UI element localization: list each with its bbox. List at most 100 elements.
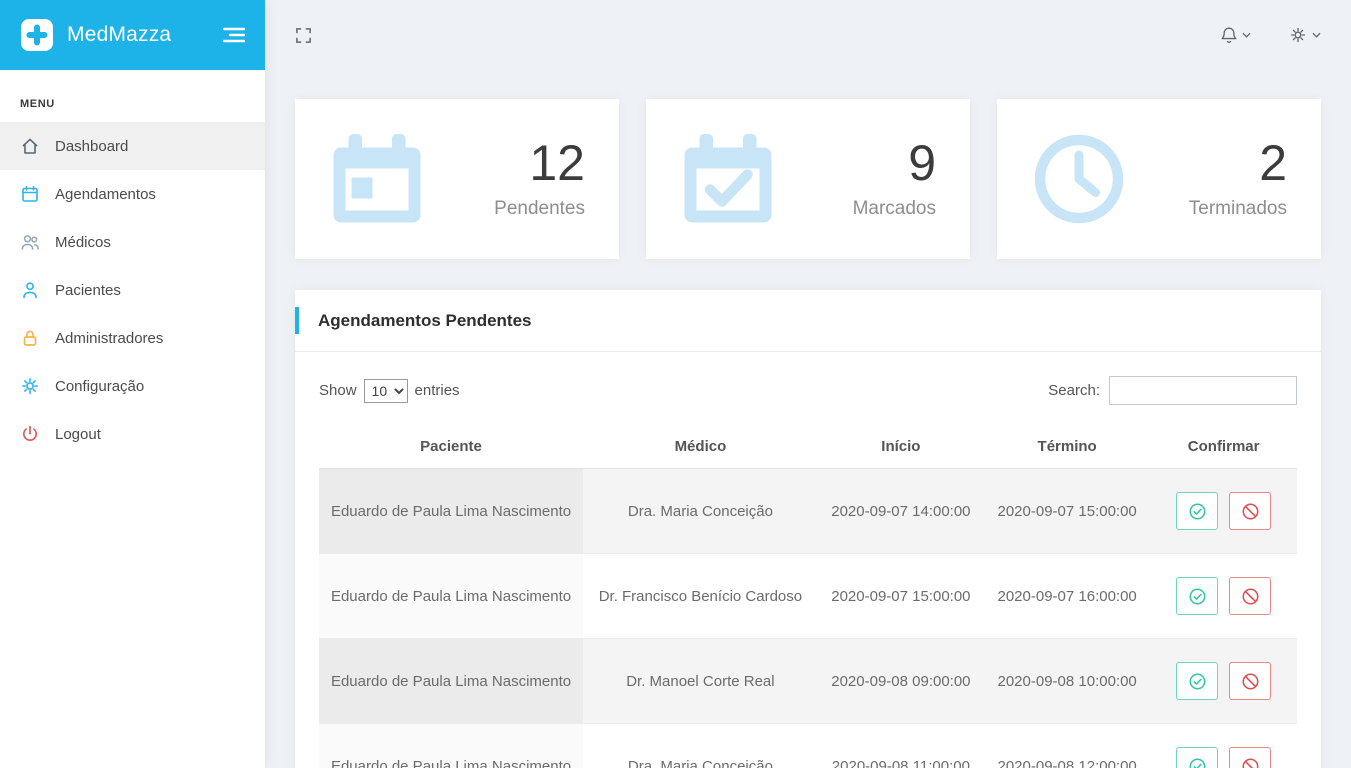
header-inicio[interactable]: Início: [817, 425, 985, 469]
cell-inicio: 2020-09-08 09:00:00: [817, 638, 985, 724]
search-input[interactable]: [1109, 376, 1297, 405]
header-termino[interactable]: Término: [984, 425, 1151, 469]
cell-inicio: 2020-09-08 11:00:00: [817, 723, 985, 768]
cell-inicio: 2020-09-07 15:00:00: [817, 553, 985, 639]
cell-medico: Dra. Maria Conceição: [583, 723, 818, 768]
brand-name: MedMazza: [67, 23, 172, 46]
confirm-button[interactable]: [1176, 662, 1219, 700]
user-icon: [20, 280, 40, 300]
chevron-down-icon: [1312, 32, 1321, 38]
sidebar: MedMazza MENU Dashboard Agendamentos Méd…: [0, 0, 265, 768]
cell-paciente: Eduardo de Paula Lima Nascimento: [319, 638, 584, 724]
sidebar-item-agendamentos[interactable]: Agendamentos: [0, 170, 265, 218]
gear-icon: [20, 376, 40, 396]
calendar-check-icon: [680, 131, 776, 227]
stat-value: 2: [1259, 135, 1287, 191]
check-circle-icon: [1189, 758, 1206, 768]
confirm-button[interactable]: [1176, 747, 1219, 768]
chevron-down-icon: [1242, 32, 1251, 38]
stat-value: 12: [529, 135, 585, 191]
table-row: Eduardo de Paula Lima Nascimento Dra. Ma…: [319, 468, 1297, 554]
settings-gear-icon[interactable]: [1289, 26, 1321, 44]
cell-paciente: Eduardo de Paula Lima Nascimento: [319, 723, 584, 768]
stat-label: Terminados: [1188, 198, 1287, 219]
clock-icon: [1031, 131, 1127, 227]
sidebar-item-label: Agendamentos: [55, 185, 156, 203]
lock-icon: [20, 328, 40, 348]
reject-button[interactable]: [1229, 492, 1272, 530]
reject-button[interactable]: [1229, 662, 1272, 700]
menu-section-label: MENU: [20, 98, 55, 110]
calendar-icon: [20, 184, 40, 204]
cell-termino: 2020-09-08 10:00:00: [984, 638, 1151, 724]
fullscreen-icon[interactable]: [295, 27, 312, 44]
agendamentos-pendentes-panel: Agendamentos Pendentes Show 10 entries S…: [295, 290, 1321, 768]
confirm-button[interactable]: [1176, 492, 1219, 530]
sidebar-item-medicos[interactable]: Médicos: [0, 218, 265, 266]
main-content: 12 Pendentes 9 Marcados 2 Terminados Age…: [265, 0, 1351, 768]
stat-card-pendentes: 12 Pendentes: [295, 99, 619, 259]
ban-icon: [1242, 503, 1259, 519]
users-icon: [20, 232, 40, 252]
sidebar-item-label: Pacientes: [55, 281, 121, 299]
cell-medico: Dra. Maria Conceição: [583, 468, 818, 554]
notifications-bell-icon[interactable]: [1221, 26, 1251, 44]
cell-confirmar: [1150, 723, 1297, 768]
cell-termino: 2020-09-07 16:00:00: [984, 553, 1151, 639]
check-circle-icon: [1189, 503, 1206, 519]
cell-confirmar: [1150, 638, 1297, 724]
table-row: Eduardo de Paula Lima Nascimento Dr. Man…: [319, 638, 1297, 724]
confirm-button[interactable]: [1176, 577, 1219, 615]
panel-header: Agendamentos Pendentes: [295, 290, 1321, 352]
topbar: [265, 0, 1351, 70]
search-box: Search:: [1048, 376, 1297, 405]
cell-termino: 2020-09-08 12:00:00: [984, 723, 1151, 768]
medmazza-logo-icon: [20, 18, 54, 52]
header-medico[interactable]: Médico: [583, 425, 818, 469]
reject-button[interactable]: [1229, 577, 1272, 615]
stat-card-terminados: 2 Terminados: [997, 99, 1321, 259]
ban-icon: [1242, 758, 1259, 768]
cell-confirmar: [1150, 468, 1297, 554]
stat-meta: 2 Terminados: [1189, 138, 1287, 220]
header-confirmar[interactable]: Confirmar: [1150, 425, 1297, 469]
brand-header: MedMazza: [0, 0, 265, 70]
stat-label: Marcados: [852, 198, 936, 219]
sidebar-item-configuracao[interactable]: Configuração: [0, 362, 265, 410]
sidebar-item-pacientes[interactable]: Pacientes: [0, 266, 265, 314]
table-controls: Show 10 entries Search:: [295, 352, 1321, 417]
entries-select[interactable]: 10: [363, 378, 408, 403]
check-circle-icon: [1189, 588, 1206, 604]
cell-confirmar: [1150, 553, 1297, 639]
sidebar-item-logout[interactable]: Logout: [0, 410, 265, 458]
stat-meta: 9 Marcados: [853, 138, 936, 220]
sidebar-nav: Dashboard Agendamentos Médicos Pacientes…: [0, 122, 265, 458]
home-icon: [20, 136, 40, 156]
ban-icon: [1242, 588, 1259, 604]
sidebar-item-label: Configuração: [55, 377, 145, 395]
reject-button[interactable]: [1229, 747, 1272, 768]
stat-value: 9: [908, 135, 936, 191]
sidebar-item-administradores[interactable]: Administradores: [0, 314, 265, 362]
check-circle-icon: [1189, 673, 1206, 689]
cell-medico: Dr. Francisco Benício Cardoso: [583, 553, 818, 639]
stat-label: Pendentes: [494, 198, 585, 219]
appointments-table: Paciente Médico Início Término Confirmar…: [319, 425, 1297, 768]
accent-bar: [295, 307, 299, 334]
table-row: Eduardo de Paula Lima Nascimento Dra. Ma…: [319, 723, 1297, 768]
table-header-row: Paciente Médico Início Término Confirmar: [319, 425, 1297, 469]
sidebar-item-label: Médicos: [55, 233, 111, 251]
sidebar-item-label: Logout: [55, 425, 101, 443]
cell-termino: 2020-09-07 15:00:00: [984, 468, 1151, 554]
cell-inicio: 2020-09-07 14:00:00: [817, 468, 985, 554]
stat-cards: 12 Pendentes 9 Marcados 2 Terminados: [265, 70, 1351, 259]
sidebar-item-dashboard[interactable]: Dashboard: [0, 122, 265, 170]
cell-paciente: Eduardo de Paula Lima Nascimento: [319, 468, 584, 554]
cell-medico: Dr. Manoel Corte Real: [583, 638, 818, 724]
sidebar-toggle-icon[interactable]: [223, 27, 245, 43]
stat-meta: 12 Pendentes: [494, 138, 585, 220]
panel-title: Agendamentos Pendentes: [318, 310, 532, 330]
sidebar-item-label: Dashboard: [55, 137, 129, 155]
header-paciente[interactable]: Paciente: [319, 425, 584, 469]
sidebar-item-label: Administradores: [55, 329, 164, 347]
